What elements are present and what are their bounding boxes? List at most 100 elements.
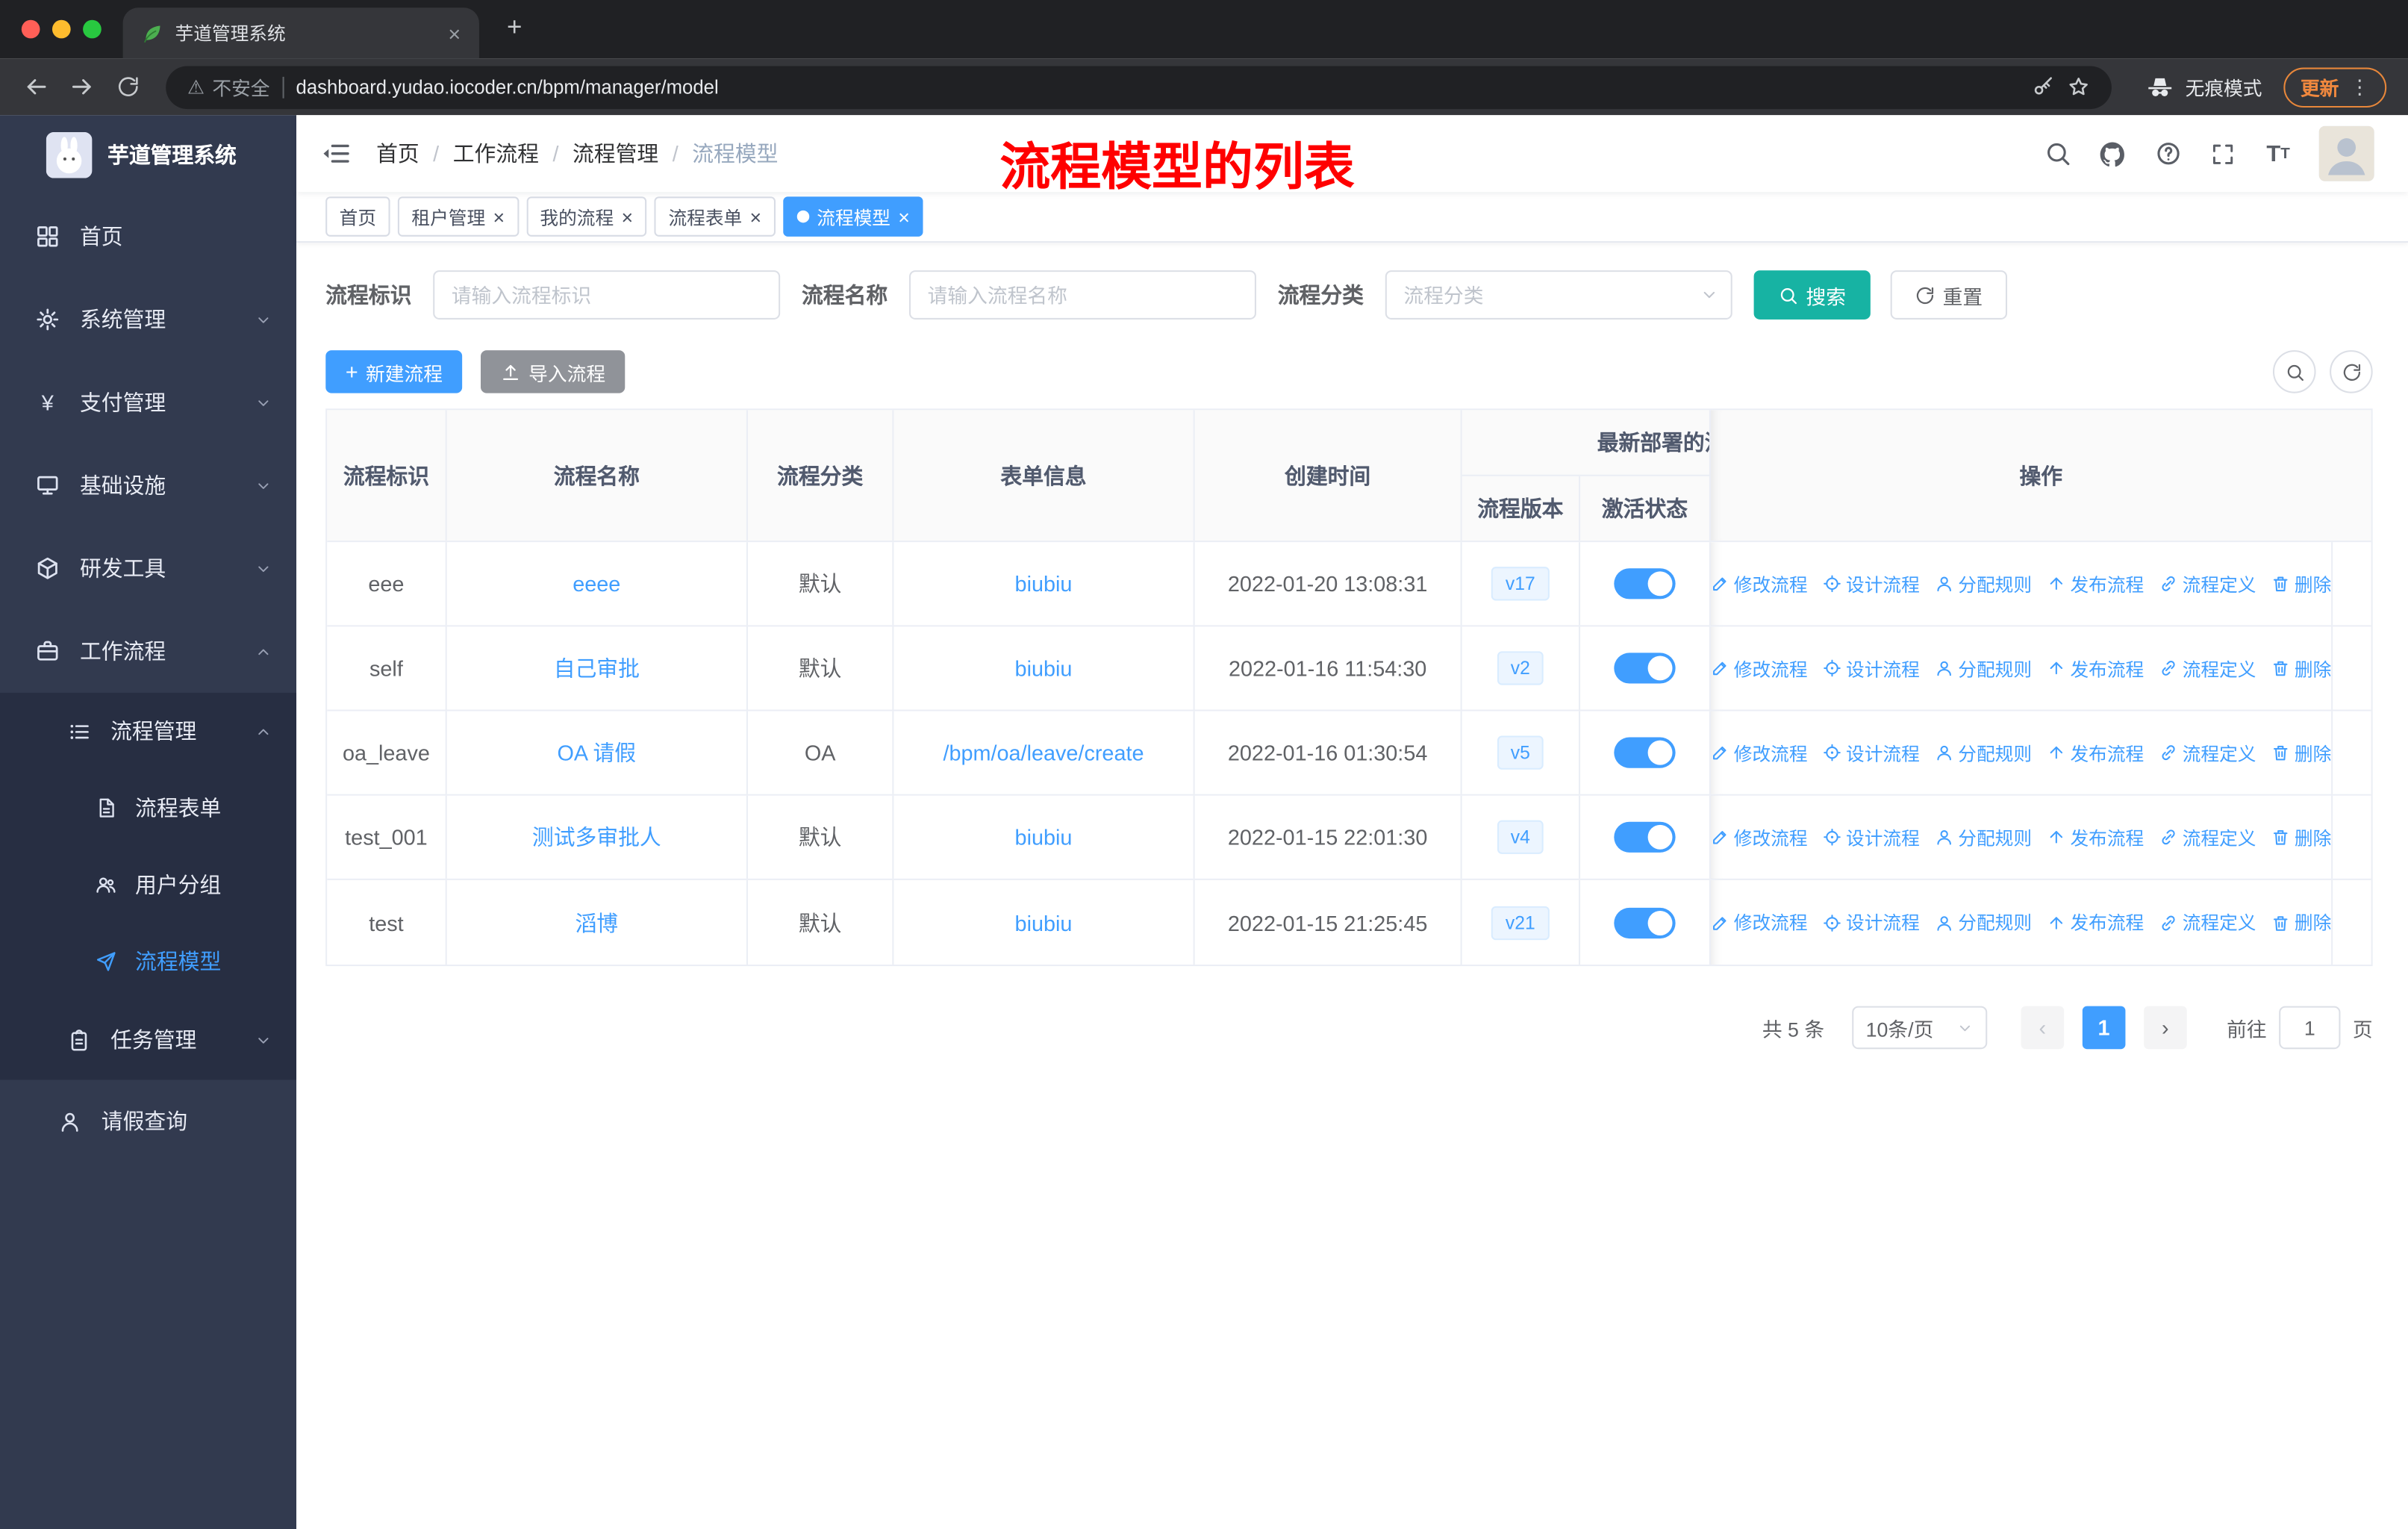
publish-process-link[interactable]: 发布流程 xyxy=(2047,655,2144,681)
breadcrumb-process-management[interactable]: 流程管理 xyxy=(573,138,658,169)
active-toggle[interactable] xyxy=(1614,737,1676,768)
goto-page-input[interactable] xyxy=(2279,1006,2341,1050)
delete-link[interactable]: 删除 xyxy=(2271,909,2331,935)
back-button[interactable] xyxy=(16,66,55,106)
delete-link[interactable]: 删除 xyxy=(2271,740,2331,766)
assign-rule-link[interactable]: 分配规则 xyxy=(1935,824,2032,850)
publish-process-link[interactable]: 发布流程 xyxy=(2047,824,2144,850)
active-toggle[interactable] xyxy=(1614,821,1676,853)
sidebar-item-process-management[interactable]: 流程管理 xyxy=(0,693,296,770)
next-page-button[interactable]: › xyxy=(2144,1006,2187,1050)
active-toggle[interactable] xyxy=(1614,906,1676,938)
sidebar-item-user-group[interactable]: 用户分组 xyxy=(0,847,296,924)
form-info-link[interactable]: biubiu xyxy=(1015,571,1073,596)
publish-process-link[interactable]: 发布流程 xyxy=(2047,740,2144,766)
sidebar-item-process-form[interactable]: 流程表单 xyxy=(0,770,296,847)
password-key-icon[interactable] xyxy=(2032,75,2055,99)
search-button[interactable]: 搜索 xyxy=(1753,270,1871,320)
sidebar-item-payment[interactable]: ¥ 支付管理 xyxy=(0,361,296,443)
tag-home[interactable]: 首页 xyxy=(325,196,390,237)
process-definition-link[interactable]: 流程定义 xyxy=(2159,740,2256,766)
process-name-link[interactable]: OA 请假 xyxy=(557,738,636,768)
breadcrumb-workflow[interactable]: 工作流程 xyxy=(453,138,539,169)
delete-link[interactable]: 删除 xyxy=(2271,655,2331,681)
active-toggle[interactable] xyxy=(1614,568,1676,600)
address-bar[interactable]: ⚠ 不安全 dashboard.yudao.iocoder.cn/bpm/mana… xyxy=(166,65,2112,109)
delete-link[interactable]: 删除 xyxy=(2271,824,2331,850)
close-icon[interactable]: × xyxy=(493,207,505,227)
prev-page-button[interactable]: ‹ xyxy=(2021,1006,2065,1050)
browser-menu-icon[interactable]: ⋮ xyxy=(2350,75,2370,99)
import-process-button[interactable]: 导入流程 xyxy=(481,350,626,393)
design-process-link[interactable]: 设计流程 xyxy=(1823,824,1920,850)
fullscreen-icon[interactable] xyxy=(2209,139,2238,168)
sidebar-item-workflow[interactable]: 工作流程 xyxy=(0,610,296,693)
sidebar-collapse-button[interactable] xyxy=(321,138,352,169)
edit-process-link[interactable]: 修改流程 xyxy=(1711,824,1808,850)
security-status[interactable]: ⚠ 不安全 xyxy=(187,72,270,102)
search-icon[interactable] xyxy=(2042,139,2071,168)
browser-tab[interactable]: 芋道管理系统 × xyxy=(122,7,479,59)
process-definition-link[interactable]: 流程定义 xyxy=(2159,655,2256,681)
page-1-button[interactable]: 1 xyxy=(2082,1006,2126,1050)
design-process-link[interactable]: 设计流程 xyxy=(1823,570,1920,597)
browser-update-button[interactable]: 更新 ⋮ xyxy=(2283,66,2387,107)
tag-tenant-management[interactable]: 租户管理 × xyxy=(397,196,519,237)
tag-process-model-active[interactable]: 流程模型 × xyxy=(782,196,924,237)
process-name-input[interactable] xyxy=(908,270,1256,320)
process-category-select[interactable] xyxy=(1385,270,1732,320)
sidebar-item-task-management[interactable]: 任务管理 xyxy=(0,1000,296,1080)
edit-process-link[interactable]: 修改流程 xyxy=(1711,740,1808,766)
sidebar-item-infrastructure[interactable]: 基础设施 xyxy=(0,444,296,527)
close-icon[interactable]: × xyxy=(750,207,762,227)
design-process-link[interactable]: 设计流程 xyxy=(1823,909,1920,935)
forward-button[interactable] xyxy=(61,66,101,106)
assign-rule-link[interactable]: 分配规则 xyxy=(1935,909,2032,935)
form-info-link[interactable]: biubiu xyxy=(1015,910,1073,935)
tag-my-process[interactable]: 我的流程 × xyxy=(525,196,647,237)
edit-process-link[interactable]: 修改流程 xyxy=(1711,655,1808,681)
breadcrumb-home[interactable]: 首页 xyxy=(376,138,419,169)
reload-button[interactable] xyxy=(107,66,147,106)
page-size-select[interactable]: 10条/页 xyxy=(1852,1006,1988,1050)
process-definition-link[interactable]: 流程定义 xyxy=(2159,824,2256,850)
assign-rule-link[interactable]: 分配规则 xyxy=(1935,570,2032,597)
help-icon[interactable] xyxy=(2153,139,2182,168)
refresh-table-button[interactable] xyxy=(2330,350,2373,393)
sidebar-item-devtools[interactable]: 研发工具 xyxy=(0,527,296,610)
sidebar-item-system[interactable]: 系统管理 xyxy=(0,278,296,361)
delete-link[interactable]: 删除 xyxy=(2271,570,2331,597)
process-id-input[interactable] xyxy=(433,270,781,320)
process-name-link[interactable]: 测试多审批人 xyxy=(532,822,661,853)
close-icon[interactable]: × xyxy=(622,207,634,227)
edit-process-link[interactable]: 修改流程 xyxy=(1711,570,1808,597)
create-process-button[interactable]: + 新建流程 xyxy=(325,350,463,393)
form-info-link[interactable]: biubiu xyxy=(1015,656,1073,681)
process-name-link[interactable]: 滔博 xyxy=(575,907,618,938)
form-info-link[interactable]: biubiu xyxy=(1015,825,1073,850)
publish-process-link[interactable]: 发布流程 xyxy=(2047,909,2144,935)
sidebar-item-home[interactable]: 首页 xyxy=(0,195,296,278)
active-toggle[interactable] xyxy=(1614,653,1676,684)
assign-rule-link[interactable]: 分配规则 xyxy=(1935,655,2032,681)
process-name-link[interactable]: 自己审批 xyxy=(554,653,640,683)
reset-button[interactable]: 重置 xyxy=(1890,270,2008,320)
minimize-window-button[interactable] xyxy=(52,19,71,39)
new-tab-button[interactable]: + xyxy=(498,12,531,43)
url-text[interactable]: dashboard.yudao.iocoder.cn/bpm/manager/m… xyxy=(296,76,2020,98)
user-avatar[interactable] xyxy=(2318,125,2374,181)
show-search-button[interactable] xyxy=(2272,350,2316,393)
assign-rule-link[interactable]: 分配规则 xyxy=(1935,740,2032,766)
sidebar-item-process-model[interactable]: 流程模型 xyxy=(0,923,296,1000)
sidebar-item-leave-query[interactable]: 请假查询 xyxy=(0,1080,296,1162)
process-name-link[interactable]: eeee xyxy=(573,571,620,596)
process-definition-link[interactable]: 流程定义 xyxy=(2159,570,2256,597)
publish-process-link[interactable]: 发布流程 xyxy=(2047,570,2144,597)
tab-close-icon[interactable]: × xyxy=(448,21,461,46)
tag-process-form[interactable]: 流程表单 × xyxy=(654,196,776,237)
font-size-icon[interactable]: TT xyxy=(2264,139,2293,168)
github-icon[interactable] xyxy=(2097,139,2127,168)
design-process-link[interactable]: 设计流程 xyxy=(1823,655,1920,681)
form-info-link[interactable]: /bpm/oa/leave/create xyxy=(943,741,1144,765)
close-window-button[interactable] xyxy=(21,19,40,39)
